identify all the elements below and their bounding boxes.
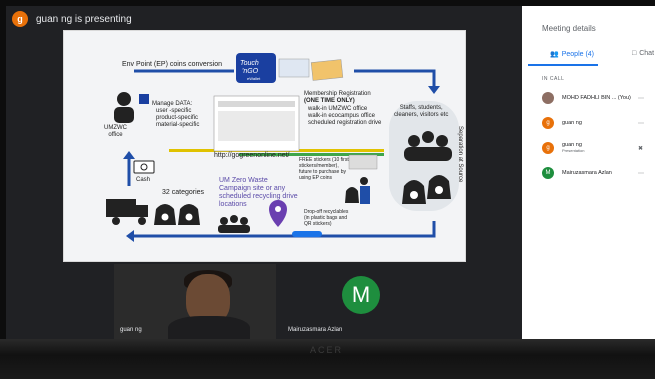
slide-title: Env Point (EP) coins conversion [122,61,222,68]
truck-wheel-1 [112,217,120,225]
membership-item-2: walk-in ecocampus office [308,113,375,119]
campaign-person-3 [240,217,248,225]
more-options-icon[interactable]: ⋯ [638,95,644,102]
person-2 [422,131,434,143]
truck-body [106,199,136,217]
arrowhead-up [123,151,135,159]
in-call-label: IN CALL [542,76,565,82]
website-header [218,101,295,107]
participant-video-body [168,316,250,339]
card-image-1 [278,58,310,78]
tab-people-label: People (4) [561,50,595,58]
participant-row[interactable]: g guan ng Presentation ✖ ⋮ [542,138,655,158]
presenter-avatar: g [12,11,28,27]
arrowhead-left [126,230,134,242]
tile-name-mairuzasmara: Mairuzasmara Azlan [288,327,343,333]
tng-mini-icon [139,94,149,104]
participant-avatar [542,92,554,104]
truck-cab [136,205,148,217]
dropoff-bag [345,187,359,203]
participant-tile-guan[interactable]: guan ng [114,264,276,339]
membership-title: Membership Registration [304,91,371,97]
participant-name: guan ng Presentation [562,142,584,154]
person-3 [436,135,448,147]
participant-name: guan ng [562,120,582,126]
categories-label: 32 categories [162,189,205,196]
panel-title: Meeting details [542,24,596,33]
participant-name: MOHD FADHLI BIN ... (You) [562,95,631,101]
recycle-symbol-2 [435,186,443,194]
more-options-icon[interactable]: ⋯ [638,120,644,127]
website-body [218,111,295,141]
campaign-person-1 [220,217,228,225]
tng-logo-text-bot: eWallet [247,76,261,81]
cash-label: Cash [136,177,151,183]
meet-screen: g guan ng is presenting Touch 'nGO eWall… [6,6,655,339]
people-bodies [404,147,452,161]
presenting-bar: g guan ng is presenting [6,6,521,32]
participant-row[interactable]: M Mairuzasmara Azlan ⋯ [542,163,655,183]
left-recycle-1 [161,213,169,221]
participant-avatar: g [542,117,554,129]
person-icon-body [114,107,134,123]
membership-item-1: walk-in UMZWC office [308,106,368,112]
dropoff-pill [292,231,322,237]
presenting-label: guan ng is presenting [36,13,132,25]
card-image-2 [310,59,344,81]
truck-wheel-2 [138,217,146,225]
person-icon-head [117,92,131,106]
tab-chat[interactable]: □ Chat [632,50,654,57]
tng-logo-text-top: Touch [240,60,259,67]
flow-arrow-right [354,69,436,86]
dropoff-person-body [360,186,370,204]
cash-icon [133,160,155,174]
active-tab-indicator [528,64,598,66]
participant-avatar: g [542,142,554,154]
manage-item-2: product-specific [156,115,199,121]
staff-label: Staffs, students, cleaners, visitors etc [394,105,449,118]
campaign-person-2 [230,215,238,223]
presented-slide: Touch 'nGO eWallet Env Point (EP) coins … [63,30,466,262]
dropoff-text: Drop-off recyclables (in plastic bags an… [304,209,349,227]
mic-off-icon: ✖ [638,145,644,152]
tab-people[interactable]: 👥 People (4) [550,50,595,59]
mairuzasmara-avatar: M [342,276,380,314]
recycle-symbol-1 [410,191,418,199]
membership-item-3: scheduled registration drive [308,120,382,126]
campaign-text: UM Zero Waste Campaign site or any sched… [219,177,298,208]
participant-sub: Presentation [562,148,585,153]
campaign-people-bodies [218,225,250,233]
left-recycle-2 [185,213,193,221]
separation-label: Separation at Source [457,126,463,183]
manage-item-3: material-specific [156,122,200,128]
free-stickers-text: FREE stickers (10 first stickers/member)… [299,157,349,181]
website-url: http://gogreenonline.net/ [214,152,290,159]
participant-row[interactable]: g guan ng ⋯ [542,113,655,133]
membership-sub: (ONE TIME ONLY) [304,98,355,104]
participant-name: Mairuzasmara Azlan [562,170,612,176]
participant-row[interactable]: MOHD FADHLI BIN ... (You) ⋯ [542,88,655,108]
office-label: UMZWC office [104,125,127,138]
chat-icon: □ [632,50,637,57]
meeting-details-panel: Meeting details 👥 People (4) □ Chat IN C… [522,6,655,339]
monitor-logo: ACER [310,345,344,355]
participant-avatar: M [542,167,554,179]
tab-chat-label: Chat [639,50,655,57]
tile-name-guan: guan ng [120,327,142,333]
participant-tile-mairuzasmara[interactable]: M Mairuzasmara Azlan [282,264,446,339]
tng-logo-text-mid: 'nGO [242,68,259,75]
sticker-image [348,154,378,170]
dropoff-person-head [360,177,368,185]
more-options-icon[interactable]: ⋯ [638,170,644,177]
manage-item-1: user -specific [156,108,192,114]
person-1 [408,135,420,147]
photo-frame: g guan ng is presenting Touch 'nGO eWall… [0,0,655,379]
arrowhead-down [428,86,440,94]
people-icon: 👥 [550,51,559,58]
manage-title: Manage DATA: [152,101,193,107]
